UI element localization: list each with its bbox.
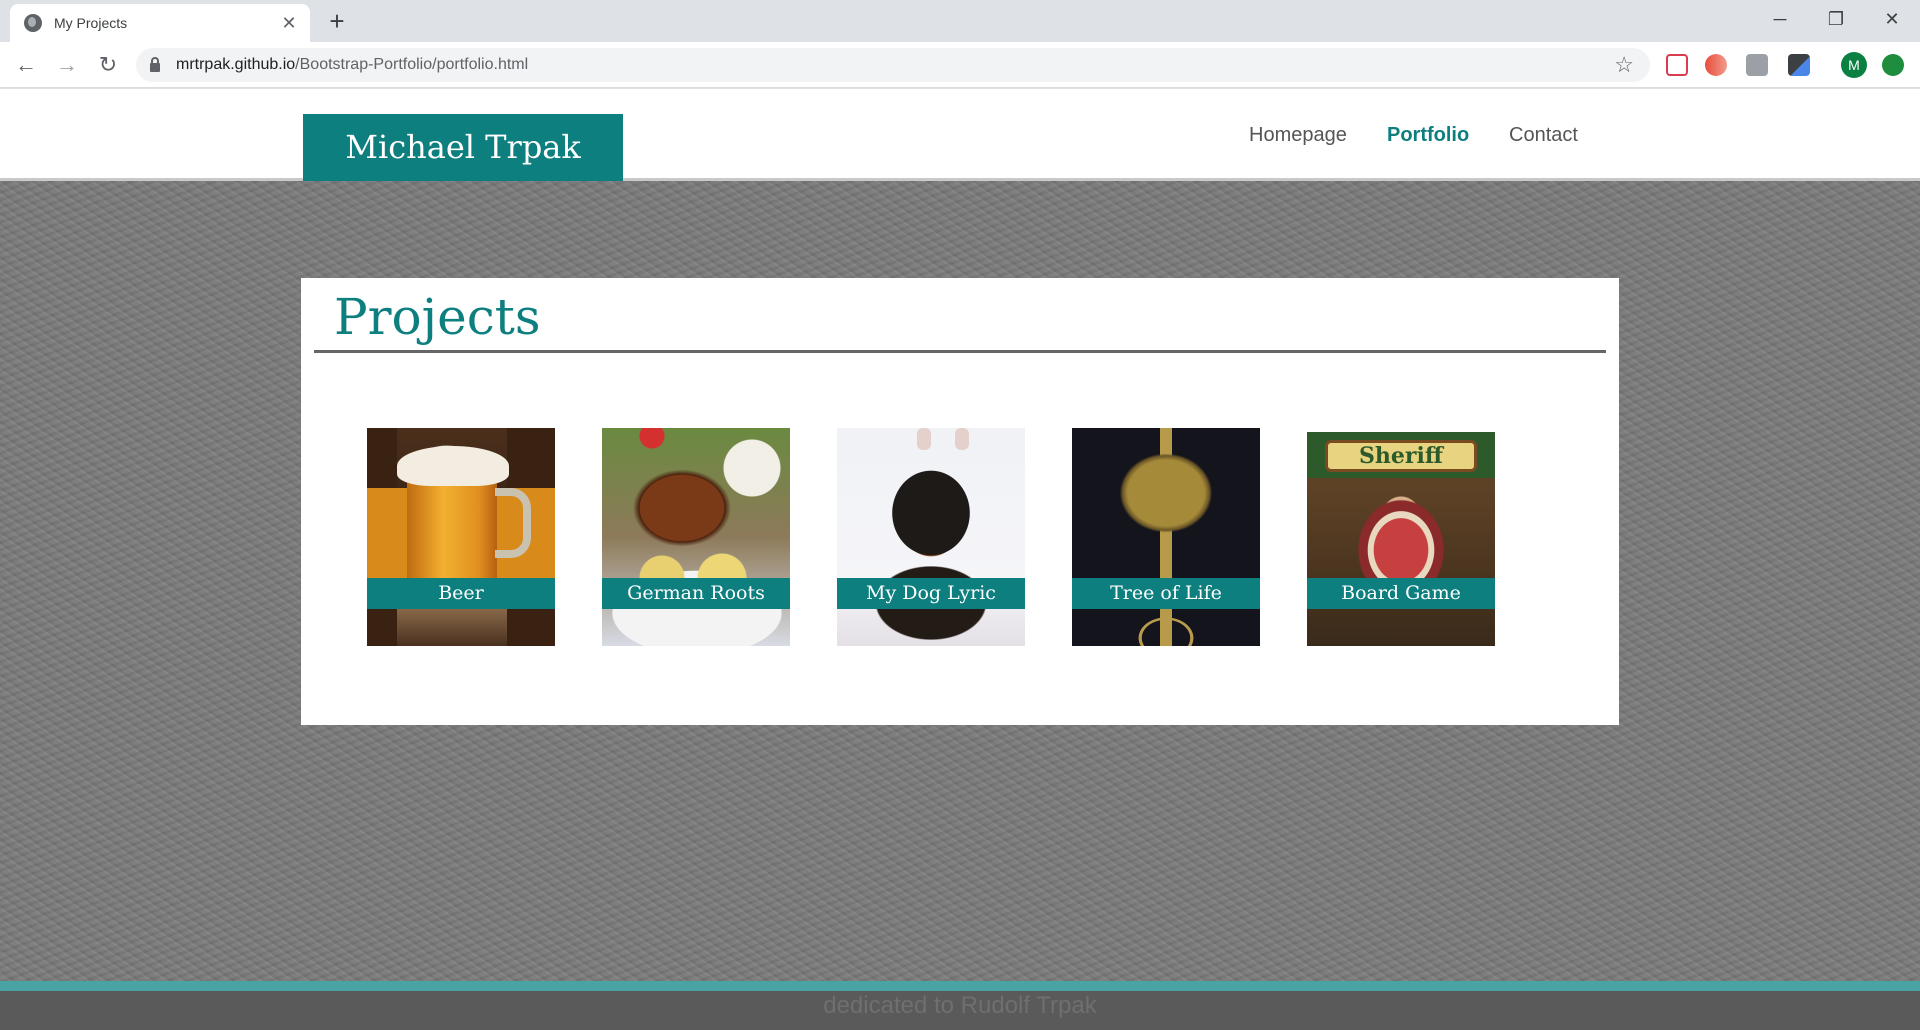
project-tree-of-life[interactable]: Tree of Life	[1072, 428, 1260, 646]
back-button[interactable]: ←	[10, 49, 42, 81]
address-bar[interactable]: mrtrpak.github.io/Bootstrap-Portfolio/po…	[136, 48, 1650, 82]
globe-icon	[24, 14, 42, 32]
nav-contact[interactable]: Contact	[1509, 124, 1578, 147]
tab-title: My Projects	[54, 15, 128, 31]
url-path: /Bootstrap-Portfolio/portfolio.html	[295, 56, 529, 73]
project-caption: My Dog Lyric	[837, 578, 1025, 609]
url-host: mrtrpak.github.io	[176, 56, 296, 73]
project-my-dog-lyric[interactable]: My Dog Lyric	[837, 428, 1025, 646]
dog-ear	[917, 428, 931, 450]
update-icon[interactable]	[1882, 54, 1904, 76]
url-text: mrtrpak.github.io/Bootstrap-Portfolio/po…	[176, 56, 528, 74]
nav-homepage[interactable]: Homepage	[1249, 124, 1347, 147]
sheriff-logo: Sheriff	[1325, 440, 1477, 472]
project-caption: Board Game	[1307, 578, 1495, 609]
project-beer[interactable]: Beer	[367, 428, 555, 646]
cast-extension-icon[interactable]	[1705, 54, 1727, 76]
nav-portfolio[interactable]: Portfolio	[1387, 124, 1469, 147]
minimize-button[interactable]: ─	[1752, 0, 1808, 40]
lock-icon	[150, 56, 160, 72]
profile-avatar[interactable]: M	[1841, 52, 1867, 78]
reload-button[interactable]: ↻	[92, 49, 124, 81]
site-brand[interactable]: Michael Trpak	[303, 114, 623, 181]
project-german-roots[interactable]: German Roots	[602, 428, 790, 646]
project-caption: Beer	[367, 578, 555, 609]
project-caption: Tree of Life	[1072, 578, 1260, 609]
page-background: Michael Trpak Homepage Portfolio Contact…	[0, 89, 1920, 1030]
project-board-game[interactable]: Sheriff Board Game	[1307, 430, 1495, 646]
dog-ear	[955, 428, 969, 450]
site-footer: dedicated to Rudolf Trpak	[0, 991, 1920, 1030]
footer-accent-stripe	[0, 981, 1920, 991]
projects-card: Projects Beer German Roots My Dog Lyric …	[301, 278, 1619, 725]
browser-tabstrip: My Projects ✕ + ─ ❐ ✕	[0, 0, 1920, 42]
project-caption: German Roots	[602, 578, 790, 609]
pocket-extension-icon[interactable]	[1666, 54, 1688, 76]
restore-button[interactable]: ❐	[1808, 0, 1864, 40]
tab-close-icon[interactable]: ✕	[278, 13, 300, 34]
forward-button[interactable]: →	[51, 49, 83, 81]
beer-handle	[495, 488, 531, 558]
window-close-button[interactable]: ✕	[1864, 0, 1920, 40]
projects-heading: Projects	[334, 288, 541, 346]
eyedropper-extension-icon[interactable]	[1788, 54, 1810, 76]
beer-foam	[397, 446, 509, 486]
camera-extension-icon[interactable]	[1746, 54, 1768, 76]
site-navbar: Michael Trpak Homepage Portfolio Contact	[0, 89, 1920, 181]
bookmark-star-icon[interactable]: ☆	[1614, 52, 1634, 78]
heading-divider	[314, 350, 1606, 353]
browser-toolbar: ← → ↻ mrtrpak.github.io/Bootstrap-Portfo…	[0, 42, 1920, 88]
new-tab-button[interactable]: +	[322, 6, 352, 36]
browser-tab[interactable]: My Projects ✕	[10, 4, 310, 42]
footer-dedication: dedicated to Rudolf Trpak	[823, 992, 1097, 1019]
